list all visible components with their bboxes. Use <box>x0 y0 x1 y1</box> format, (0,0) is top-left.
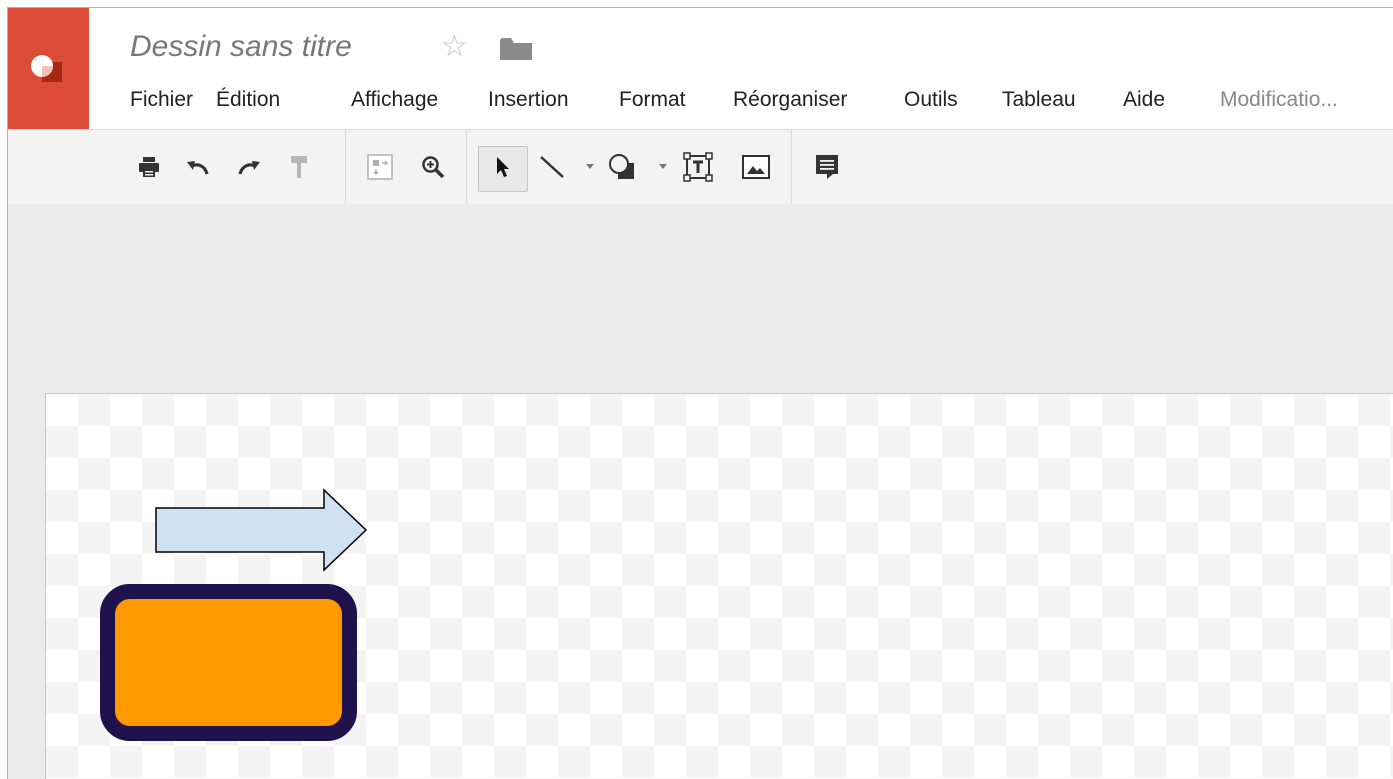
drawings-logo-icon <box>31 55 62 82</box>
save-status[interactable]: Modificatio... <box>1220 86 1338 114</box>
chevron-down-icon <box>586 164 594 169</box>
menu-fichier[interactable]: Fichier <box>130 86 193 114</box>
canvas-area <box>8 204 1393 779</box>
drawing-canvas[interactable] <box>45 393 1393 779</box>
line-dropdown[interactable] <box>584 130 596 204</box>
zoom-icon <box>422 156 445 179</box>
shape-icon <box>609 154 634 179</box>
rounded-rectangle-shape[interactable] <box>100 584 357 741</box>
print-icon <box>139 157 159 177</box>
menu-outils[interactable]: Outils <box>904 86 958 114</box>
select-button[interactable] <box>478 130 528 204</box>
toolbar-separator <box>345 130 346 204</box>
menu-edition[interactable]: Édition <box>216 86 280 114</box>
redo-button[interactable] <box>233 130 265 204</box>
shape-dropdown[interactable] <box>657 130 669 204</box>
toolbar <box>8 129 1393 205</box>
zoom-button[interactable] <box>417 130 449 204</box>
snap-icon <box>367 154 393 180</box>
chevron-down-icon <box>659 164 667 169</box>
paint-format-icon <box>291 156 307 178</box>
shape-button[interactable] <box>605 130 641 204</box>
undo-icon <box>187 161 209 175</box>
snap-button[interactable] <box>364 130 396 204</box>
image-icon <box>742 155 770 179</box>
print-button[interactable] <box>134 130 164 204</box>
menu-reorganiser[interactable]: Réorganiser <box>733 86 847 114</box>
star-icon[interactable]: ☆ <box>441 30 468 64</box>
select-arrow-icon <box>497 157 509 177</box>
undo-button[interactable] <box>182 130 214 204</box>
document-title[interactable]: Dessin sans titre <box>130 30 352 64</box>
toolbar-separator <box>791 130 792 204</box>
menu-affichage[interactable]: Affichage <box>351 86 438 114</box>
image-button[interactable] <box>737 130 775 204</box>
redo-icon <box>238 161 260 175</box>
app-window: Dessin sans titre ☆ Fichier Édition Affi… <box>7 7 1393 779</box>
header: Dessin sans titre ☆ Fichier Édition Affi… <box>8 8 1393 129</box>
toolbar-separator <box>466 130 467 204</box>
menu-aide[interactable]: Aide <box>1123 86 1165 114</box>
right-arrow-shape[interactable] <box>154 488 370 574</box>
folder-icon[interactable] <box>500 38 532 65</box>
text-box-icon <box>683 152 713 182</box>
paint-format-button[interactable] <box>284 130 314 204</box>
menu-insertion[interactable]: Insertion <box>488 86 569 114</box>
menu-format[interactable]: Format <box>619 86 686 114</box>
menu-tableau[interactable]: Tableau <box>1002 86 1076 114</box>
drawings-logo[interactable] <box>8 8 89 129</box>
line-button[interactable] <box>534 130 570 204</box>
comment-button[interactable] <box>808 130 846 204</box>
line-icon <box>540 156 564 178</box>
text-box-button[interactable] <box>679 130 717 204</box>
comment-icon <box>816 155 838 179</box>
